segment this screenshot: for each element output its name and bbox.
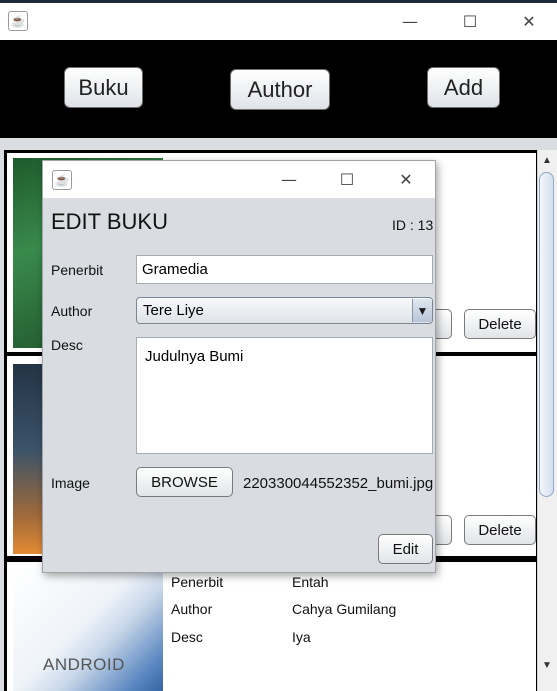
add-nav-button[interactable]: Add bbox=[427, 67, 500, 108]
desc-label: Desc bbox=[171, 629, 203, 645]
author-label: Author bbox=[51, 303, 93, 319]
java-app-icon: ☕ bbox=[52, 170, 72, 190]
author-select-value: Tere Liye bbox=[143, 302, 204, 319]
book-card: ANDROID Penerbit Entah Author Cahya Gumi… bbox=[4, 559, 539, 691]
edit-submit-button[interactable]: Edit bbox=[378, 534, 433, 564]
delete-button[interactable]: Delete bbox=[464, 515, 536, 545]
dialog-heading: EDIT BUKU bbox=[51, 209, 168, 234]
penerbit-value: Entah bbox=[292, 574, 329, 590]
browse-button[interactable]: BROWSE bbox=[136, 467, 233, 497]
author-select[interactable]: Tere Liye ▼ bbox=[136, 297, 433, 324]
author-label: Author bbox=[171, 601, 213, 617]
book-cover-image: ANDROID bbox=[13, 568, 163, 691]
dialog-titlebar: ☕ — ☐ ✕ bbox=[43, 161, 435, 198]
buku-nav-button[interactable]: Buku bbox=[64, 67, 143, 108]
close-icon[interactable]: ✕ bbox=[391, 164, 421, 194]
minimize-icon[interactable]: — bbox=[274, 164, 304, 194]
author-value: Cahya Gumilang bbox=[292, 601, 397, 617]
scroll-up-icon[interactable]: ▲ bbox=[539, 152, 555, 168]
nav-bar: Buku Author Add bbox=[0, 40, 557, 138]
java-app-icon: ☕ bbox=[8, 11, 28, 31]
penerbit-label: Penerbit bbox=[171, 574, 224, 590]
scroll-down-icon[interactable]: ▼ bbox=[539, 657, 555, 673]
close-icon[interactable]: ✕ bbox=[514, 6, 544, 36]
cover-title-text: ANDROID bbox=[43, 655, 125, 674]
book-id-text: ID : 13 bbox=[392, 217, 434, 233]
edit-book-dialog: ☕ — ☐ ✕ EDIT BUKU ID : 13 Penerbit Grame… bbox=[42, 160, 436, 573]
image-label: Image bbox=[51, 475, 90, 491]
penerbit-input[interactable]: Gramedia bbox=[136, 255, 433, 284]
maximize-icon[interactable]: ☐ bbox=[455, 6, 485, 36]
delete-button[interactable]: Delete bbox=[464, 309, 536, 339]
minimize-icon[interactable]: — bbox=[395, 6, 425, 36]
scrollbar-thumb[interactable] bbox=[539, 172, 554, 497]
desc-label: Desc bbox=[51, 337, 83, 353]
main-titlebar: ☕ — ☐ ✕ bbox=[0, 3, 557, 40]
dropdown-arrow-icon[interactable]: ▼ bbox=[412, 299, 432, 322]
image-filename: 220330044552352_bumi.jpg bbox=[243, 475, 434, 492]
author-nav-button[interactable]: Author bbox=[230, 69, 330, 110]
desc-textarea[interactable]: Judulnya Bumi bbox=[136, 337, 433, 454]
penerbit-label: Penerbit bbox=[51, 262, 104, 278]
maximize-icon[interactable]: ☐ bbox=[332, 164, 362, 194]
desc-value: Iya bbox=[292, 629, 311, 645]
